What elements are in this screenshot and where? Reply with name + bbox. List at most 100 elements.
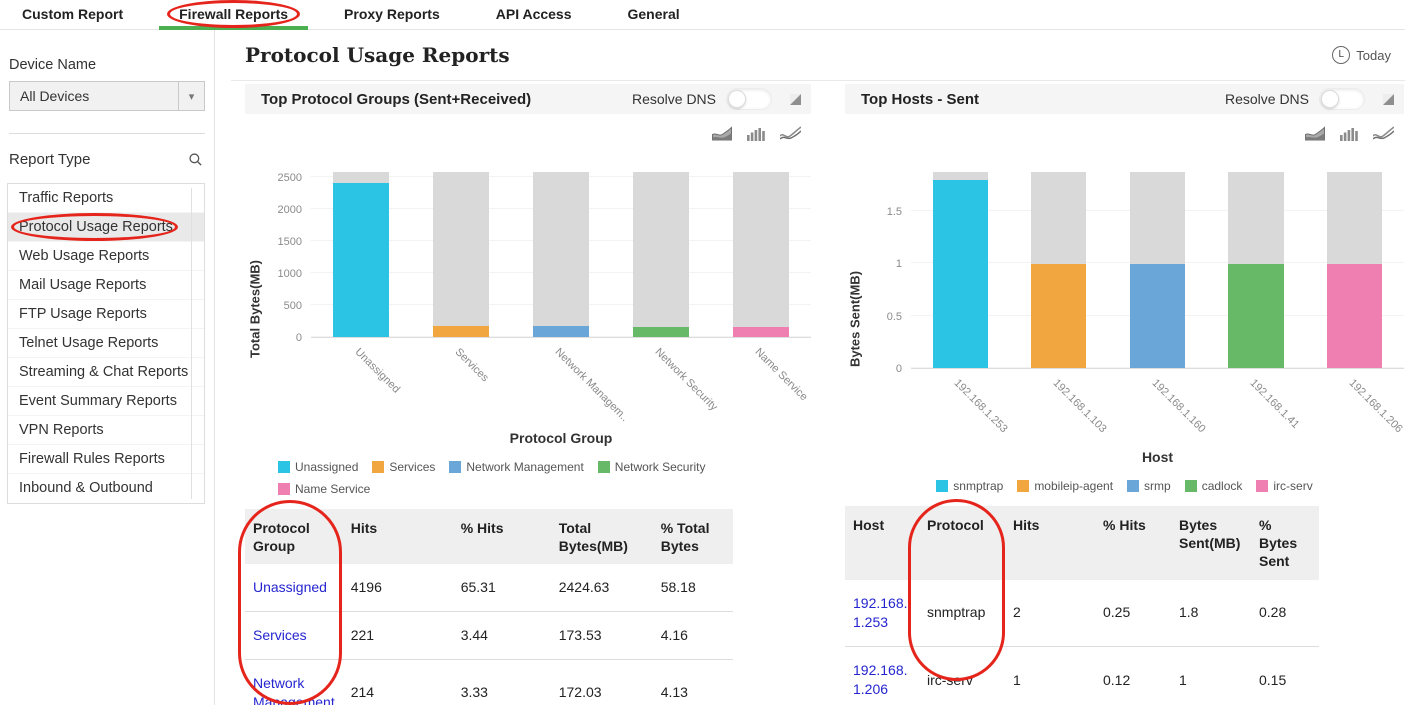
main-content: Protocol Usage Reports L Today Top Proto… [215, 30, 1405, 705]
legend-item-services: Services [372, 460, 435, 474]
column-header-protocol[interactable]: Protocol [919, 506, 1005, 580]
y-axis-title: Bytes Sent(MB) [847, 270, 863, 367]
column-chart-icon[interactable] [1340, 126, 1358, 146]
x-tick-label: 192.168.1.103 [1050, 377, 1109, 436]
x-tick-label: 192.168.1.41 [1247, 377, 1302, 431]
tab-label: Custom Report [22, 5, 124, 22]
resolve-dns-toggle[interactable] [726, 88, 772, 110]
sidebar-item-mail-usage-reports[interactable]: Mail Usage Reports [8, 271, 204, 300]
column-header-hits[interactable]: % Hits [452, 509, 551, 565]
sidebar-item-label: Traffic Reports [19, 190, 114, 206]
sidebar-item-protocol-usage-reports[interactable]: Protocol Usage Reports [8, 213, 204, 242]
bar-192-168-1-160[interactable] [1129, 263, 1186, 368]
x-tick-label: 192.168.1.206 [1346, 377, 1405, 436]
table-cell: 2424.63 [558, 579, 610, 596]
bar-192-168-1-41[interactable] [1228, 263, 1284, 368]
table-cell: 2 [1013, 604, 1021, 621]
y-tick-label: 0 [295, 332, 302, 344]
y-tick-label: 1500 [277, 236, 302, 249]
bar-192-168-1-206[interactable] [1327, 263, 1383, 368]
bar-name-service[interactable] [733, 326, 789, 337]
bar-192-168-1-103[interactable] [1031, 263, 1087, 368]
line-chart-icon[interactable] [779, 126, 802, 146]
tab-firewall-reports[interactable]: Firewall Reports [159, 0, 308, 30]
sidebar-item-web-usage-reports[interactable]: Web Usage Reports [8, 242, 204, 271]
table-link[interactable]: Services [253, 627, 307, 643]
tab-general[interactable]: General [628, 0, 680, 30]
search-icon[interactable] [188, 152, 203, 167]
bars [911, 172, 1404, 368]
legend-item-network-management: Network Management [449, 460, 584, 474]
x-axis-labels: Unassigned Services Network Managem.. Netwo… [311, 338, 811, 430]
sidebar-item-ftp-usage-reports[interactable]: FTP Usage Reports [8, 300, 204, 329]
bars [311, 172, 811, 337]
column-header-bytes-sent-mb[interactable]: Bytes Sent(MB) [1171, 506, 1251, 580]
table-link[interactable]: Network Management [253, 675, 335, 705]
area-chart-icon[interactable] [1305, 126, 1325, 146]
report-type-list: Traffic Reports Protocol Usage Reports Web… [7, 183, 205, 504]
column-header-bytes-sent[interactable]: % Bytes Sent [1251, 506, 1319, 580]
column-header-hits[interactable]: Hits [1005, 506, 1095, 580]
sidebar-item-traffic-reports[interactable]: Traffic Reports [8, 184, 204, 213]
column-header-hits[interactable]: % Hits [1095, 506, 1171, 580]
column-header-hits[interactable]: Hits [342, 509, 453, 565]
bar-network-security[interactable] [633, 326, 689, 337]
sidebar-item-telnet-usage-reports[interactable]: Telnet Usage Reports [8, 329, 204, 358]
table-row: Services 221 3.44 173.53 4.16 [245, 611, 733, 660]
tab-api-access[interactable]: API Access [496, 0, 572, 30]
line-chart-icon[interactable] [1372, 126, 1395, 146]
legend-item-mobileip-agent: mobileip-agent [1017, 479, 1113, 493]
expand-icon[interactable] [790, 93, 801, 105]
table-cell: 173.53 [558, 626, 602, 643]
table-cell: 0.15 [1259, 671, 1287, 688]
sidebar-item-streaming-chat-reports[interactable]: Streaming & Chat Reports [8, 358, 204, 387]
expand-icon[interactable] [1383, 93, 1394, 105]
page-title: Protocol Usage Reports [245, 43, 510, 67]
legend-label: Network Security [614, 460, 706, 474]
legend-label: mobileip-agent [1034, 479, 1114, 493]
x-tick-label: 192.168.1.160 [1149, 377, 1208, 436]
chart-legend: snmptrap mobileip-agent srmp cadlock irc-ser… [875, 479, 1375, 493]
x-tick-label: Unassigned [352, 346, 403, 396]
legend-swatch [372, 461, 385, 473]
legend-item-srmp: srmp [1127, 479, 1171, 493]
bar-track [433, 172, 489, 337]
clock-icon: L [1332, 46, 1351, 64]
x-tick-label: 192.168.1.253 [951, 377, 1011, 436]
sidebar-item-label: Streaming & Chat Reports [19, 364, 189, 380]
sidebar-item-event-summary-reports[interactable]: Event Summary Reports [8, 387, 204, 416]
caret-down-icon[interactable]: ▾ [178, 82, 204, 110]
tab-proxy-reports[interactable]: Proxy Reports [344, 0, 440, 30]
tab-custom-report[interactable]: Custom Report [22, 0, 123, 30]
bar-track [733, 172, 789, 337]
column-header-total-bytes[interactable]: % Total Bytes [652, 509, 733, 565]
area-chart-icon[interactable] [712, 126, 732, 146]
sidebar-item-vpn-reports[interactable]: VPN Reports [8, 416, 204, 445]
table-cell: 4.16 [660, 626, 688, 643]
sidebar-item-label: Firewall Rules Reports [19, 451, 165, 467]
column-header-protocol-group[interactable]: Protocol Group [245, 509, 343, 565]
bar-unassigned[interactable] [333, 182, 389, 337]
column-header-total-bytes-mb[interactable]: Total Bytes(MB) [550, 509, 653, 565]
table-link[interactable]: Unassigned [253, 579, 327, 595]
legend-label: cadlock [1201, 479, 1243, 493]
top-hosts-chart: Bytes Sent(MB) 0 0.5 1 1.5 192.168.1.253 192… [845, 172, 1404, 493]
legend-item-name-service: Name Service [278, 482, 370, 496]
bar-services[interactable] [433, 325, 489, 337]
bar-192-168-1-253[interactable] [932, 180, 988, 368]
bar-network-managem[interactable] [533, 326, 589, 337]
table-cell: Network Management [245, 659, 343, 705]
x-tick-label: Services [452, 346, 491, 385]
sidebar-item-inbound-outbound[interactable]: Inbound & Outbound [8, 474, 204, 503]
table-cell: 0.28 [1259, 604, 1287, 621]
column-chart-icon[interactable] [747, 126, 765, 146]
time-period-button[interactable]: L Today [1332, 46, 1391, 64]
sidebar-item-firewall-rules-reports[interactable]: Firewall Rules Reports [8, 445, 204, 474]
table-link[interactable]: 192.168.1.206 [853, 661, 911, 700]
legend-swatch [936, 480, 949, 492]
device-select[interactable]: All Devices ▾ [9, 81, 205, 111]
column-header-host[interactable]: Host [845, 506, 919, 580]
resolve-dns-toggle[interactable] [1319, 88, 1365, 110]
table-cell: 0.25 [1103, 604, 1131, 621]
table-link[interactable]: 192.168.1.253 [853, 594, 911, 633]
